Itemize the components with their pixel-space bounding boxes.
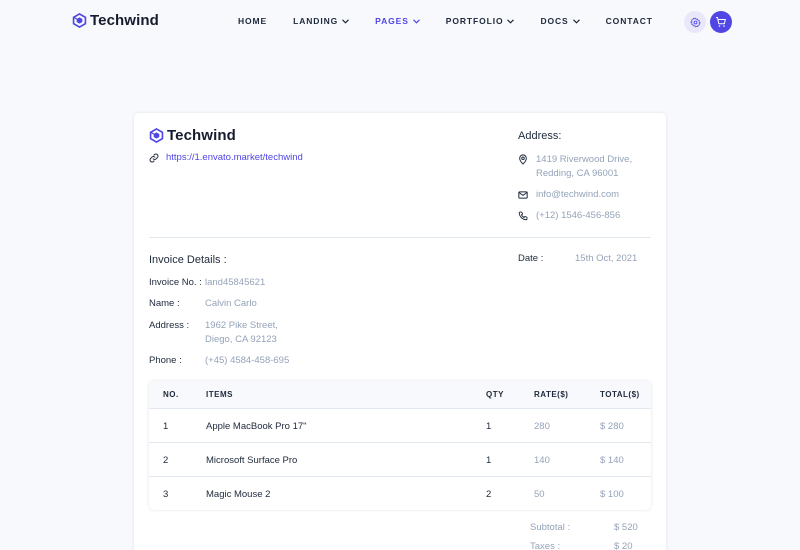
invoice-company-name: Techwind [167, 127, 236, 144]
row-item: Microsoft Surface Pro [206, 455, 298, 466]
col-header-rate: RATE($) [534, 390, 569, 399]
chevron-down-icon [412, 18, 420, 24]
invoice-items-table: NO. ITEMS QTY RATE($) TOTAL($) 1 Apple M… [149, 381, 651, 510]
phone-icon [518, 211, 528, 221]
nav-item-landing[interactable]: LANDING [293, 16, 350, 26]
customer-address-value: 1962 Pike Street, Diego, CA 92123 [205, 319, 278, 347]
cart-icon [716, 17, 726, 27]
col-header-no: NO. [163, 390, 179, 399]
techwind-logo-icon [149, 128, 164, 143]
date-label: Date : [518, 253, 544, 264]
customer-address-line-2: Diego, CA 92123 [205, 334, 277, 345]
link-icon [149, 153, 159, 162]
row-rate: 50 [534, 489, 545, 500]
brand-logo[interactable]: Techwind [72, 12, 159, 29]
customer-address-line-1: 1962 Pike Street, [205, 320, 278, 331]
row-qty: 1 [486, 421, 492, 432]
row-total: $ 100 [600, 489, 624, 500]
row-item: Apple MacBook Pro 17" [206, 421, 307, 432]
table-row: 3 Magic Mouse 2 2 50 $ 100 [149, 476, 651, 510]
chevron-down-icon [507, 18, 515, 24]
invoice-no-value: land45845621 [205, 277, 266, 288]
address-line-1: 1419 Riverwood Drive, [536, 154, 633, 165]
main-nav: HOME LANDING PAGES PORTFOLIO DOCS CONTAC… [238, 16, 679, 26]
row-no: 3 [163, 489, 169, 500]
techwind-logo-icon [72, 13, 87, 28]
phone-text[interactable]: (+12) 1546-456-856 [536, 209, 620, 223]
email-text[interactable]: info@techwind.com [536, 188, 619, 202]
row-total: $ 280 [600, 421, 624, 432]
col-header-total: TOTAL($) [600, 390, 640, 399]
name-label: Name : [149, 298, 180, 309]
date-value: 15th Oct, 2021 [575, 253, 638, 264]
chevron-down-icon [342, 18, 350, 24]
invoice-details-heading: Invoice Details : [149, 254, 227, 266]
invoice-company-logo: Techwind [149, 127, 236, 144]
top-navbar: Techwind HOME LANDING PAGES PORTFOLIO DO… [0, 0, 800, 43]
row-qty: 2 [486, 489, 492, 500]
col-header-qty: QTY [486, 390, 504, 399]
row-qty: 1 [486, 455, 492, 466]
table-row: 1 Apple MacBook Pro 17" 1 280 $ 280 [149, 408, 651, 442]
company-email: info@techwind.com [518, 188, 619, 202]
address-line-2: Redding, CA 96001 [536, 168, 619, 179]
customer-phone-label: Phone : [149, 355, 182, 366]
nav-item-docs[interactable]: DOCS [540, 16, 580, 26]
nav-item-pages[interactable]: PAGES [375, 16, 420, 26]
taxes-label: Taxes : [530, 541, 561, 550]
gear-icon [689, 17, 701, 27]
customer-phone-value: (+45) 4584-458-695 [205, 355, 290, 366]
invoice-no-label: Invoice No. : [149, 277, 202, 288]
website-link[interactable]: https://1.envato.market/techwind [166, 152, 303, 163]
row-total: $ 140 [600, 455, 624, 466]
row-no: 1 [163, 421, 169, 432]
row-item: Magic Mouse 2 [206, 489, 271, 500]
header-divider [149, 237, 651, 238]
taxes-value: $ 20 [614, 541, 633, 550]
company-phone: (+12) 1546-456-856 [518, 209, 620, 223]
table-header: NO. ITEMS QTY RATE($) TOTAL($) [149, 381, 651, 408]
subtotal-value: $ 520 [614, 522, 638, 533]
map-pin-icon [519, 154, 527, 165]
nav-item-contact[interactable]: CONTACT [606, 16, 653, 26]
chevron-down-icon [572, 18, 580, 24]
name-value: Calvin Carlo [205, 298, 257, 309]
brand-name: Techwind [90, 12, 159, 29]
row-rate: 140 [534, 455, 550, 466]
nav-item-home[interactable]: HOME [238, 16, 267, 26]
col-header-items: ITEMS [206, 390, 233, 399]
cart-button[interactable] [710, 11, 732, 33]
row-no: 2 [163, 455, 169, 466]
address-heading: Address: [518, 130, 562, 142]
website-link-row: https://1.envato.market/techwind [149, 152, 303, 163]
table-row: 2 Microsoft Surface Pro 1 140 $ 140 [149, 442, 651, 476]
subtotal-label: Subtotal : [530, 522, 571, 533]
row-rate: 280 [534, 421, 550, 432]
company-address: 1419 Riverwood Drive, Redding, CA 96001 [518, 153, 632, 181]
settings-button[interactable] [684, 11, 706, 33]
mail-icon [518, 191, 528, 199]
customer-address-label: Address : [149, 320, 190, 331]
nav-item-portfolio[interactable]: PORTFOLIO [446, 16, 515, 26]
